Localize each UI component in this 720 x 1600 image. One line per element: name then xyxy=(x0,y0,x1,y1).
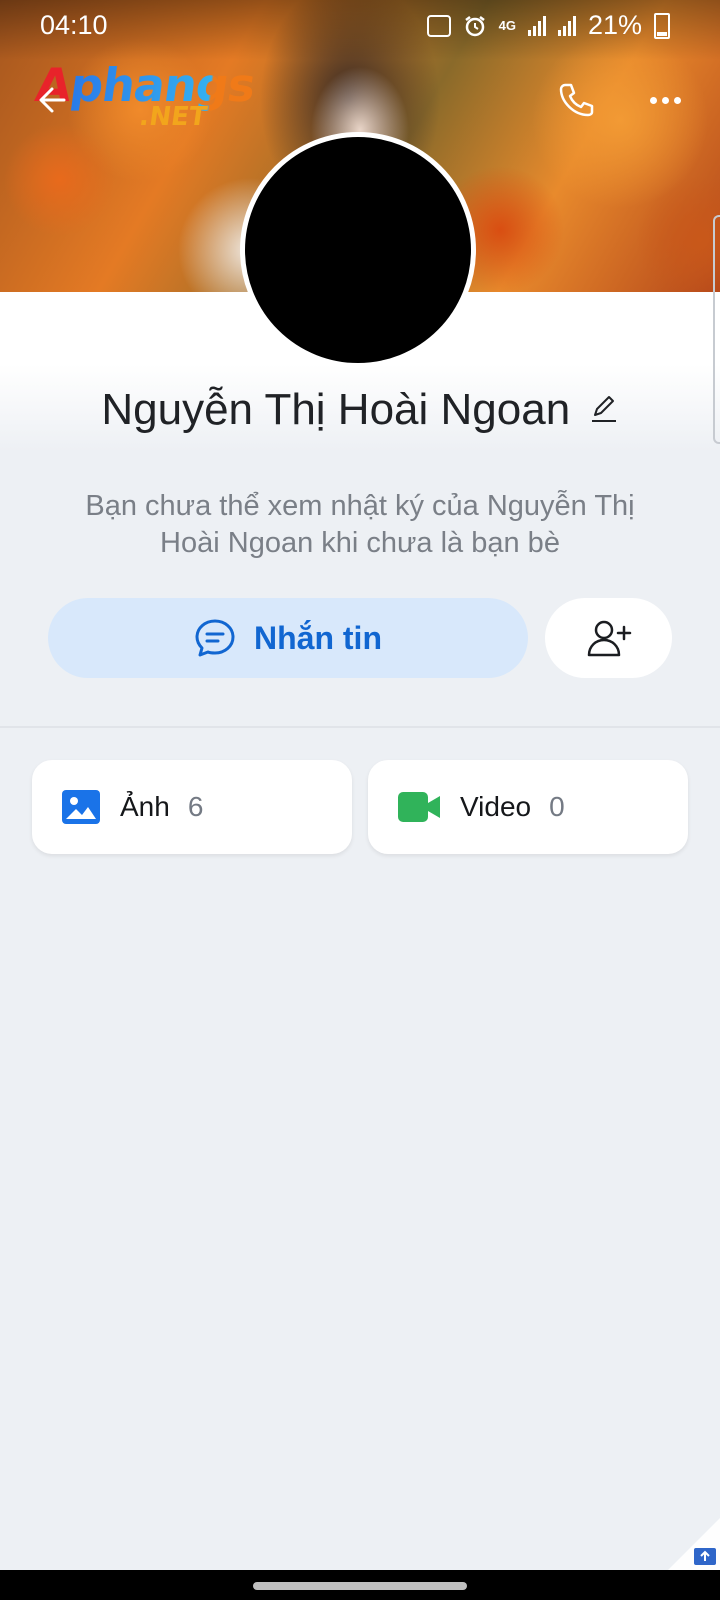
photo-icon xyxy=(62,790,100,824)
status-icons: 4G 21% xyxy=(426,10,670,41)
message-button[interactable]: Nhắn tin xyxy=(48,598,528,678)
add-friend-icon xyxy=(587,620,631,657)
avatar[interactable] xyxy=(240,132,476,368)
section-divider xyxy=(0,726,720,728)
videos-count: 0 xyxy=(549,791,565,822)
videos-label: Video xyxy=(460,791,532,822)
video-icon xyxy=(398,792,440,822)
signal-icon xyxy=(527,15,546,36)
privacy-notice: Bạn chưa thể xem nhật ký của Nguyễn Thị … xyxy=(85,490,635,559)
photos-label: Ảnh xyxy=(120,791,170,822)
edit-icon[interactable] xyxy=(589,393,619,423)
battery-icon xyxy=(654,12,670,39)
watermark-domain: .NET xyxy=(137,102,209,132)
folder-notification-icon xyxy=(426,14,451,37)
alarm-icon xyxy=(464,15,485,36)
message-button-label: Nhắn tin xyxy=(254,619,382,656)
signal-icon-2 xyxy=(557,15,576,36)
status-time: 04:10 xyxy=(40,10,108,40)
name-row: Nguyễn Thị Hoài Ngoan xyxy=(0,385,720,435)
phone-icon[interactable] xyxy=(556,80,596,120)
photos-card[interactable]: Ảnh 6 xyxy=(32,760,352,854)
photos-count: 6 xyxy=(187,791,204,822)
network-type: 4G xyxy=(498,17,516,33)
home-gesture-handle[interactable] xyxy=(253,1582,467,1590)
back-arrow-icon[interactable] xyxy=(34,80,74,120)
more-icon[interactable] xyxy=(650,88,690,112)
folder-shortcut-icon[interactable] xyxy=(668,1518,720,1570)
add-friend-button[interactable] xyxy=(545,598,672,678)
videos-card[interactable]: Video 0 xyxy=(368,760,688,854)
chat-icon xyxy=(195,619,235,657)
profile-name: Nguyễn Thị Hoài Ngoan xyxy=(101,385,571,434)
battery-percent: 21% xyxy=(587,10,642,40)
status-bar: 04:10 4G 21% xyxy=(0,0,720,52)
